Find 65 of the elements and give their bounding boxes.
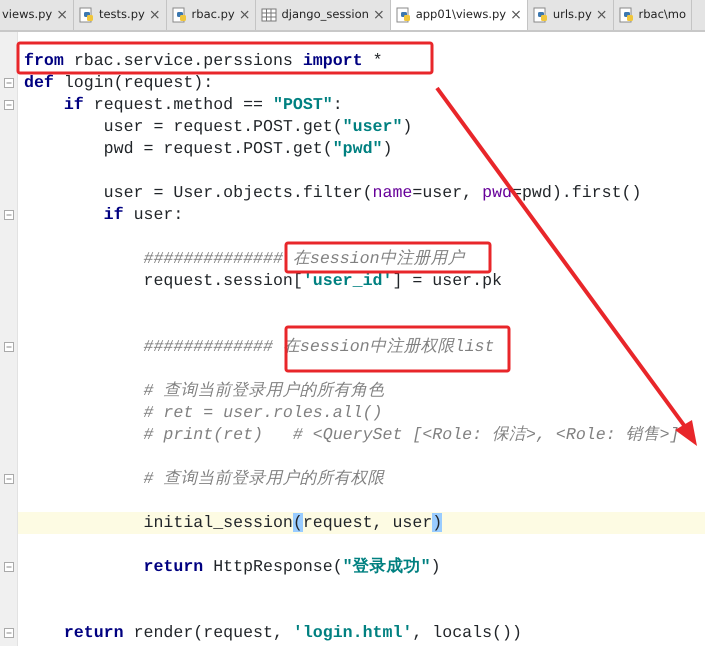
keyword: return xyxy=(144,557,204,576)
code-text: , locals()) xyxy=(412,623,522,642)
code-comment: # print(ret) # <QuerySet [<Role: 保洁>, <Role: 销售>] xyxy=(144,425,680,444)
string-literal: "pwd" xyxy=(332,139,382,158)
editor-tab[interactable]: rbac.py × xyxy=(166,0,256,30)
editor-tab[interactable]: app01\views.py × xyxy=(390,0,528,30)
string-literal: "登录成功" xyxy=(342,557,431,576)
fold-marker-icon[interactable] xyxy=(4,100,14,110)
table-icon xyxy=(261,7,278,23)
code-comment: # 查询当前登录用户的所有角色 xyxy=(144,381,384,400)
string-literal: "POST" xyxy=(272,95,333,114)
matched-bracket: ) xyxy=(432,513,442,532)
code-text: request, user xyxy=(302,513,432,532)
close-tab-button[interactable]: × xyxy=(148,4,161,26)
parameter-name: name xyxy=(372,183,412,202)
close-tab-button[interactable]: × xyxy=(596,4,608,26)
code-text: * xyxy=(372,51,383,70)
code-text: rbac.service.perssions xyxy=(74,51,294,70)
python-file-icon xyxy=(396,7,412,23)
code-text: : xyxy=(332,95,343,114)
close-tab-button[interactable]: × xyxy=(238,4,250,26)
string-literal: "user" xyxy=(342,117,402,136)
keyword: if xyxy=(64,95,84,114)
python-file-icon xyxy=(78,7,95,23)
keyword: return xyxy=(64,623,124,642)
fold-marker-icon[interactable] xyxy=(4,342,14,352)
code-text: user = request.POST.get( xyxy=(104,117,343,136)
python-file-icon xyxy=(532,7,549,23)
close-tab-button[interactable]: × xyxy=(510,4,522,26)
fold-marker-icon[interactable] xyxy=(4,210,14,220)
python-file-icon xyxy=(172,7,188,23)
code-text: user: xyxy=(134,205,184,224)
code-text: =user, xyxy=(412,183,474,202)
code-text: request.method == xyxy=(94,95,264,114)
fold-marker-icon[interactable] xyxy=(4,628,14,638)
code-text: initial_session xyxy=(144,513,293,532)
keyword: import xyxy=(302,51,363,70)
matched-bracket: ( xyxy=(292,513,303,532)
editor-tab[interactable]: rbac\mo xyxy=(614,0,692,30)
code-text: pwd = request.POST.get( xyxy=(104,139,333,158)
fold-marker-icon[interactable] xyxy=(4,562,14,572)
fold-marker-icon[interactable] xyxy=(4,78,14,88)
code-text: ) xyxy=(402,117,412,136)
keyword: if xyxy=(104,205,124,224)
close-tab-button[interactable]: × xyxy=(56,4,68,26)
code-comment: ############# xyxy=(144,337,273,356)
code-comment: # ret = user.roles.all() xyxy=(144,403,382,422)
code-text: request.session[ xyxy=(144,271,303,290)
close-tab-button[interactable]: × xyxy=(372,4,385,26)
python-file-icon xyxy=(618,7,635,23)
keyword: from xyxy=(24,51,64,70)
string-literal: 'login.html' xyxy=(292,623,412,642)
string-literal: 'user_id' xyxy=(302,271,392,290)
code-text: HttpResponse( xyxy=(213,557,343,576)
fold-marker-icon[interactable] xyxy=(4,474,14,484)
code-text: login(request): xyxy=(64,73,214,92)
code-text: ) xyxy=(430,557,441,576)
editor-tab[interactable]: views.py × xyxy=(0,0,74,30)
code-text: render(request, xyxy=(134,623,284,642)
code-text: user = User.objects.filter( xyxy=(104,183,373,202)
keyword: def xyxy=(24,73,54,92)
code-text: ) xyxy=(382,139,392,158)
code-comment: 在session中注册用户 xyxy=(292,249,465,268)
code-comment: ############## xyxy=(144,249,283,268)
code-comment: # 查询当前登录用户的所有权限 xyxy=(144,469,384,488)
